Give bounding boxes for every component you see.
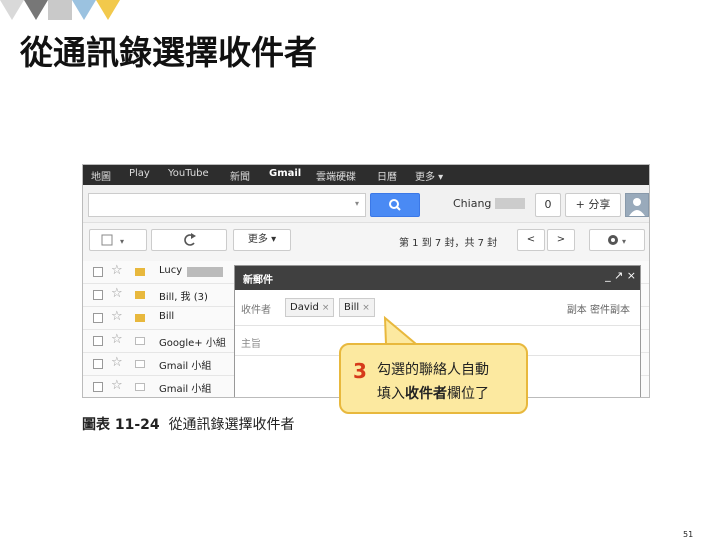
star-icon[interactable]: ☆ bbox=[111, 286, 123, 301]
important-marker-icon[interactable] bbox=[135, 314, 145, 322]
redacted-name bbox=[187, 267, 223, 277]
row-checkbox[interactable] bbox=[93, 382, 103, 392]
search-input[interactable]: ▾ bbox=[88, 193, 366, 217]
refresh-icon bbox=[184, 233, 196, 246]
notification-count[interactable]: 0 bbox=[535, 193, 561, 217]
topbar-item-maps[interactable]: 地圖 bbox=[91, 168, 111, 183]
callout-line-2-prefix: 填入 bbox=[377, 386, 405, 402]
important-marker-icon[interactable] bbox=[135, 337, 145, 345]
page-number: 51 bbox=[683, 530, 694, 539]
mail-sender: Bill, 我 (3) bbox=[159, 292, 208, 303]
important-marker-icon[interactable] bbox=[135, 360, 145, 368]
topbar-item-calendar[interactable]: 日曆 bbox=[377, 168, 397, 183]
prev-page-button[interactable]: < bbox=[517, 229, 545, 251]
cc-bcc-link[interactable]: 副本 密件副本 bbox=[567, 301, 630, 316]
to-field[interactable]: 收件者 David × Bill × 副本 密件副本 bbox=[235, 290, 640, 326]
mail-sender: Google+ 小組 bbox=[159, 338, 226, 349]
row-checkbox[interactable] bbox=[93, 359, 103, 369]
more-actions-button[interactable]: 更多 ▾ bbox=[233, 229, 291, 251]
row-checkbox[interactable] bbox=[93, 313, 103, 323]
svg-text:▾: ▾ bbox=[622, 237, 626, 246]
redacted-name bbox=[495, 198, 525, 209]
search-options-icon[interactable]: ▾ bbox=[355, 199, 359, 208]
important-marker-icon[interactable] bbox=[135, 383, 145, 391]
compose-title: 新郵件 bbox=[243, 275, 273, 286]
callout-line-2-bold: 收件者 bbox=[405, 386, 447, 402]
avatar[interactable] bbox=[625, 193, 649, 217]
callout-line-2: 填入收件者欄位了 bbox=[377, 383, 489, 403]
to-label: 收件者 bbox=[241, 305, 271, 316]
google-top-bar: 地圖 Play YouTube 新聞 Gmail 雲端硬碟 日曆 更多 ▾ bbox=[83, 165, 649, 185]
search-button[interactable] bbox=[370, 193, 420, 217]
star-icon[interactable]: ☆ bbox=[111, 263, 123, 278]
user-name[interactable]: Chiang bbox=[453, 197, 491, 210]
callout-box: 3 勾選的聯絡人自動 填入收件者欄位了 bbox=[339, 343, 528, 414]
recipient-chip[interactable]: David × bbox=[285, 298, 335, 317]
topbar-item-more[interactable]: 更多 ▾ bbox=[415, 168, 443, 183]
figure-caption-text: 從通訊錄選擇收件者 bbox=[168, 417, 295, 433]
topbar-item-drive[interactable]: 雲端硬碟 bbox=[316, 168, 356, 183]
recipient-chip[interactable]: Bill × bbox=[339, 298, 375, 317]
topbar-item-news[interactable]: 新聞 bbox=[230, 168, 250, 183]
row-checkbox[interactable] bbox=[93, 290, 103, 300]
checkbox-icon: ▾ bbox=[101, 234, 124, 246]
mail-sender: Bill bbox=[159, 311, 175, 322]
remove-recipient-icon[interactable]: × bbox=[322, 303, 330, 313]
slide-title: 從通訊錄選擇收件者 bbox=[20, 33, 317, 72]
compose-header: 新郵件 _ ↗ × bbox=[235, 266, 640, 290]
share-button[interactable]: + 分享 bbox=[565, 193, 621, 217]
topbar-item-play[interactable]: Play bbox=[129, 168, 150, 179]
topbar-item-gmail[interactable]: Gmail bbox=[269, 168, 301, 179]
remove-recipient-icon[interactable]: × bbox=[362, 303, 370, 313]
star-icon[interactable]: ☆ bbox=[111, 355, 123, 370]
mail-sender: Gmail 小組 bbox=[159, 384, 212, 395]
refresh-button[interactable] bbox=[151, 229, 227, 251]
header-decoration bbox=[0, 0, 120, 20]
mail-sender: Lucy bbox=[159, 265, 183, 276]
mail-sender: Gmail 小組 bbox=[159, 361, 212, 372]
search-icon bbox=[389, 199, 401, 211]
recipient-name: Bill bbox=[344, 302, 360, 313]
avatar-icon bbox=[629, 198, 645, 216]
search-row: ▾ Chiang 0 + 分享 bbox=[83, 185, 649, 223]
svg-text:▾: ▾ bbox=[120, 237, 124, 246]
important-marker-icon[interactable] bbox=[135, 291, 145, 299]
step-number: 3 bbox=[353, 359, 367, 383]
figure-number: 圖表 11-24 bbox=[82, 417, 160, 433]
star-icon[interactable]: ☆ bbox=[111, 309, 123, 324]
mail-toolbar: ▾ 更多 ▾ 第 1 到 7 封，共 7 封 < > ▾ bbox=[83, 223, 649, 257]
star-icon[interactable]: ☆ bbox=[111, 332, 123, 347]
row-checkbox[interactable] bbox=[93, 267, 103, 277]
pagination-info: 第 1 到 7 封，共 7 封 bbox=[399, 238, 498, 249]
select-dropdown-button[interactable]: ▾ bbox=[89, 229, 147, 251]
settings-button[interactable]: ▾ bbox=[589, 229, 645, 251]
next-page-button[interactable]: > bbox=[547, 229, 575, 251]
figure-caption: 圖表 11-24 從通訊錄選擇收件者 bbox=[82, 414, 295, 434]
compose-window-controls[interactable]: _ ↗ × bbox=[605, 269, 636, 282]
topbar-item-youtube[interactable]: YouTube bbox=[168, 168, 209, 179]
row-checkbox[interactable] bbox=[93, 336, 103, 346]
recipient-name: David bbox=[290, 302, 319, 313]
star-icon[interactable]: ☆ bbox=[111, 378, 123, 393]
callout-line-1: 勾選的聯絡人自動 bbox=[377, 362, 489, 378]
important-marker-icon[interactable] bbox=[135, 268, 145, 276]
gear-icon: ▾ bbox=[608, 235, 626, 246]
callout-line-2-suffix: 欄位了 bbox=[447, 386, 489, 402]
subject-placeholder: 主旨 bbox=[241, 339, 261, 350]
